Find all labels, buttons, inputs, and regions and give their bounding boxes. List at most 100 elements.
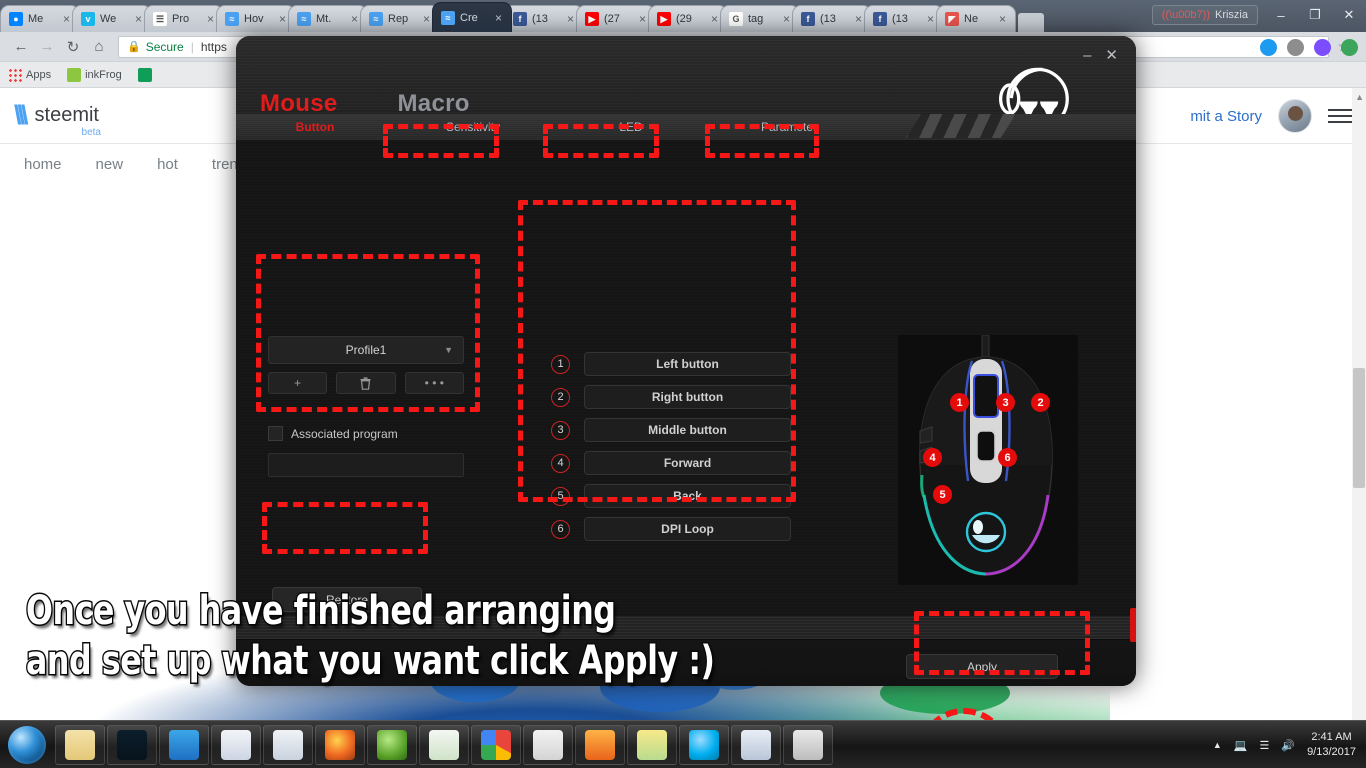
chrome-profile-chip[interactable]: ((\u00b7)) Kriszia: [1151, 5, 1258, 25]
browser-tab-title: We: [100, 13, 117, 25]
tab-sensitivity[interactable]: Sensitivity: [394, 120, 552, 134]
scrollbar-thumb[interactable]: [1353, 368, 1365, 488]
taskbar-item[interactable]: [315, 724, 365, 765]
mouse-callout-badge: 6: [998, 448, 1017, 467]
browser-tab[interactable]: ▶ (29 ×: [648, 5, 728, 32]
browser-tab[interactable]: ◤ Ne ×: [936, 5, 1016, 32]
steemit-logo[interactable]: \\\ steemit beta: [14, 100, 101, 138]
home-icon[interactable]: ⌂: [86, 38, 112, 55]
taskbar-item[interactable]: [575, 724, 625, 765]
taskbar-item[interactable]: [679, 724, 729, 765]
taskbar-item[interactable]: [471, 724, 521, 765]
taskbar-item[interactable]: [211, 724, 261, 765]
taskbar-item[interactable]: [159, 724, 209, 765]
tab-parameter[interactable]: Parameter: [710, 120, 868, 134]
app-close-button[interactable]: ✕: [1105, 48, 1118, 64]
window-minimize-button[interactable]: –: [1264, 2, 1298, 28]
taskbar-item[interactable]: [55, 724, 105, 765]
clock[interactable]: 2:41 AM 9/13/2017: [1307, 730, 1356, 760]
steemit-beta-badge: beta: [81, 127, 101, 138]
browser-tab[interactable]: ≈ Rep ×: [360, 5, 440, 32]
browser-tab[interactable]: f (13 ×: [864, 5, 944, 32]
browser-tab[interactable]: ≈ Mt. ×: [288, 5, 368, 32]
extension-icons: [1260, 32, 1358, 62]
browser-tab[interactable]: v We ×: [72, 5, 152, 32]
caption-line-2: and set up what you want click Apply :): [25, 637, 717, 686]
extension-icon-1[interactable]: [1260, 38, 1277, 56]
network-icon[interactable]: 💻: [1234, 739, 1248, 752]
browser-tab[interactable]: Gtag ×: [720, 5, 800, 32]
steemit-nav-new[interactable]: new: [96, 156, 124, 173]
browser-tab[interactable]: ☰ Pro ×: [144, 5, 224, 32]
button-index-badge: 3: [551, 420, 570, 440]
extension-icon-3[interactable]: [1314, 38, 1331, 56]
bookmark-item[interactable]: Apps: [8, 67, 51, 82]
window-restore-button[interactable]: ❐: [1298, 2, 1332, 28]
excel-icon: [429, 729, 459, 760]
signal-icon[interactable]: ☰: [1259, 739, 1269, 752]
app-minimize-button[interactable]: –: [1083, 48, 1091, 64]
extension-icon-4[interactable]: [1341, 38, 1358, 56]
browser-tab-title: (29: [676, 13, 692, 25]
start-orb[interactable]: [0, 723, 54, 767]
associated-program-checkbox[interactable]: [268, 426, 283, 441]
button-assignment[interactable]: DPI Loop: [584, 517, 791, 541]
button-assignment[interactable]: Left button: [584, 352, 791, 376]
vlc-icon: [585, 729, 615, 760]
page-scrollbar[interactable]: ▲: [1352, 88, 1366, 720]
submit-story-link[interactable]: mit a Story: [1190, 108, 1262, 125]
new-tab-button[interactable]: [1018, 13, 1044, 32]
button-index-badge: 6: [551, 519, 570, 539]
hamburger-icon[interactable]: [1328, 109, 1352, 123]
scroll-up-arrow[interactable]: ▲: [1355, 92, 1364, 102]
reload-icon[interactable]: ↻: [60, 38, 86, 56]
button-assignment[interactable]: Right button: [584, 385, 791, 409]
photoshop-icon: [117, 729, 147, 760]
browser-tab[interactable]: f (13 ×: [792, 5, 872, 32]
steemit-logo-text: steemit beta: [34, 104, 101, 138]
taskbar-item[interactable]: [367, 724, 417, 765]
browser-tab-title: Hov: [244, 13, 264, 25]
associated-program-input[interactable]: [268, 453, 464, 477]
bookmark-item[interactable]: [137, 67, 156, 82]
more-options-button[interactable]: • • •: [404, 372, 464, 394]
taskbar-item[interactable]: [107, 724, 157, 765]
forward-icon[interactable]: →: [34, 38, 60, 55]
chevron-down-icon: ▼: [444, 345, 453, 355]
show-hidden-icons-button[interactable]: ▲: [1213, 740, 1222, 750]
delete-profile-button[interactable]: [336, 372, 396, 394]
steemit-nav-tren[interactable]: tren: [212, 156, 238, 173]
back-icon[interactable]: ←: [8, 38, 34, 55]
browser-tab[interactable]: ▶ (27 ×: [576, 5, 656, 32]
browser-tab[interactable]: f (13 ×: [504, 5, 584, 32]
steemit-nav-home[interactable]: home: [24, 156, 62, 173]
browser-tab[interactable]: ≈ Cre ×: [432, 2, 512, 32]
extension-icon-2[interactable]: [1287, 38, 1304, 56]
button-assignment-row: 5 Back: [551, 484, 791, 508]
button-assignment-row: 6 DPI Loop: [551, 517, 791, 541]
tab-led[interactable]: LED: [552, 120, 710, 134]
tab-close-icon[interactable]: ×: [999, 13, 1009, 25]
taskbar-item[interactable]: [627, 724, 677, 765]
tab-button[interactable]: Button: [236, 120, 394, 134]
taskbar-item[interactable]: [731, 724, 781, 765]
browser-tab-title: tag: [748, 13, 764, 25]
button-assignment[interactable]: Back: [584, 484, 791, 508]
bookmark-item[interactable]: inkFrog: [67, 67, 122, 82]
tab-close-icon[interactable]: ×: [495, 12, 505, 24]
steemit-nav-hot[interactable]: hot: [157, 156, 178, 173]
taskbar-item[interactable]: [783, 724, 833, 765]
add-profile-button[interactable]: +: [268, 372, 328, 394]
apply-button[interactable]: Apply: [906, 654, 1058, 679]
button-assignment[interactable]: Forward: [584, 451, 791, 475]
avatar[interactable]: [1278, 99, 1312, 133]
taskbar-item[interactable]: [419, 724, 469, 765]
browser-tab[interactable]: ≈ Hov ×: [216, 5, 296, 32]
window-close-button[interactable]: ✕: [1332, 2, 1366, 28]
browser-tab[interactable]: ● Me ×: [0, 5, 80, 32]
profile-dropdown[interactable]: Profile1 ▼: [268, 336, 464, 364]
volume-icon[interactable]: 🔊: [1281, 739, 1295, 752]
button-assignment[interactable]: Middle button: [584, 418, 791, 442]
taskbar-item[interactable]: [523, 724, 573, 765]
taskbar-item[interactable]: [263, 724, 313, 765]
